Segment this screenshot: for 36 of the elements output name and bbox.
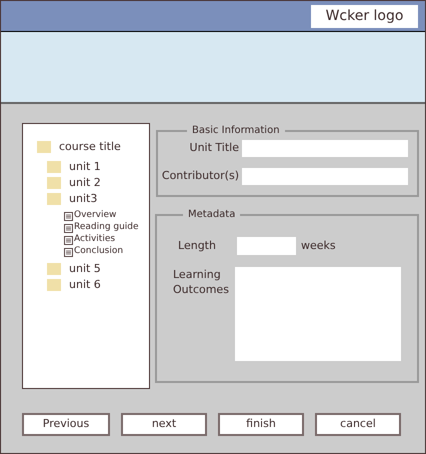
folder-icon — [47, 279, 61, 291]
tree-item[interactable]: unit 5 — [69, 260, 101, 278]
tree-item[interactable]: unit 6 — [69, 276, 101, 294]
input-field[interactable] — [242, 140, 408, 157]
wizard-button[interactable]: finish — [218, 413, 304, 436]
tree-item[interactable]: unit 1 — [69, 158, 101, 176]
wizard-button[interactable]: cancel — [315, 413, 401, 436]
wizard-button[interactable]: Previous — [22, 413, 110, 436]
input-field[interactable] — [242, 168, 408, 185]
folder-icon — [37, 141, 51, 153]
folder-icon — [47, 177, 61, 189]
tree-item[interactable]: unit 2 — [69, 174, 101, 192]
logo: Wcker logo — [311, 4, 418, 28]
document-icon — [64, 236, 73, 244]
field-label: Contributor(s) — [161, 168, 240, 184]
folder-icon — [47, 161, 61, 173]
input-field[interactable] — [237, 237, 296, 255]
folder-icon — [47, 263, 61, 275]
tree-item[interactable]: Overview — [74, 209, 116, 223]
field-label: Learning Outcomes — [172, 267, 230, 298]
field-label: Unit Title — [188, 140, 240, 156]
tree-item[interactable]: course title — [59, 138, 121, 156]
folder-icon — [47, 193, 61, 205]
wizard-button[interactable]: next — [121, 413, 207, 436]
document-icon — [64, 224, 73, 232]
document-icon — [64, 248, 73, 256]
document-icon — [64, 212, 73, 220]
tree-item[interactable]: Activities — [74, 233, 116, 247]
field-label: Length — [177, 238, 217, 254]
tree-item[interactable]: unit3 — [69, 190, 98, 208]
unit-label: weeks — [301, 238, 336, 254]
text-area[interactable] — [235, 267, 401, 361]
tree-item[interactable]: Reading guide — [74, 221, 139, 235]
group-title: Metadata — [187, 208, 236, 222]
tree-item[interactable]: Conclusion — [74, 245, 124, 259]
group-title: Basic Information — [191, 124, 281, 138]
